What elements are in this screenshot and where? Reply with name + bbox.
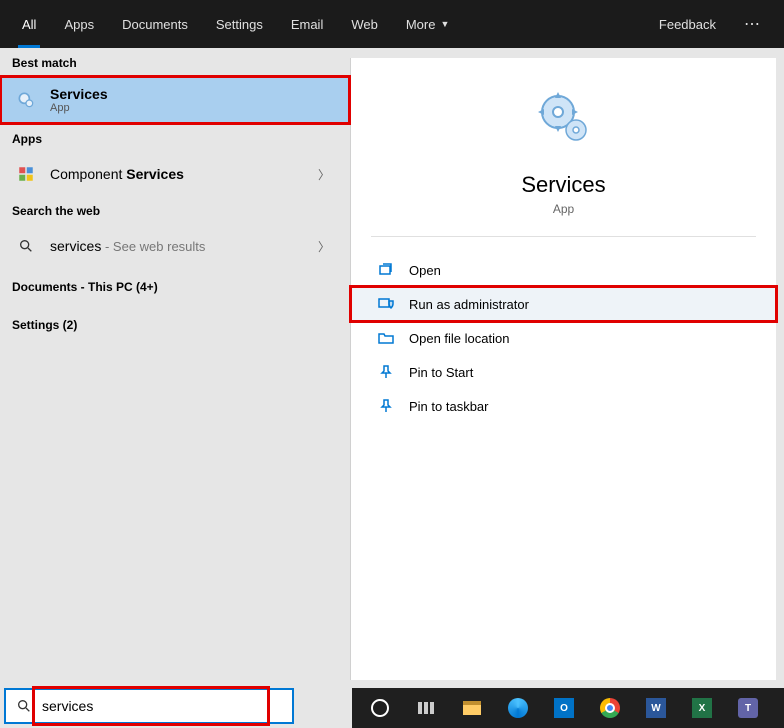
best-match-title: Services bbox=[50, 86, 336, 102]
tab-apps[interactable]: Apps bbox=[50, 0, 108, 48]
tab-more-label: More bbox=[406, 17, 436, 32]
preview-header: Services App bbox=[371, 58, 756, 237]
search-web-header: Search the web bbox=[0, 196, 350, 224]
taskbar-file-explorer[interactable] bbox=[450, 688, 494, 728]
search-filter-tabs: All Apps Documents Settings Email Web Mo… bbox=[0, 0, 784, 48]
open-icon bbox=[377, 261, 395, 279]
search-box[interactable] bbox=[4, 688, 294, 724]
excel-icon: X bbox=[692, 698, 712, 718]
taskbar-chrome[interactable] bbox=[588, 688, 632, 728]
gear-services-icon bbox=[14, 88, 38, 112]
documents-section-header[interactable]: Documents - This PC (4+) bbox=[0, 268, 350, 306]
chevron-right-icon: 〉 bbox=[312, 238, 336, 255]
web-result-services[interactable]: services - See web results 〉 bbox=[0, 224, 350, 268]
settings-section-header[interactable]: Settings (2) bbox=[0, 306, 350, 344]
search-input[interactable] bbox=[42, 698, 292, 714]
component-services-icon bbox=[14, 162, 38, 186]
tab-documents[interactable]: Documents bbox=[108, 0, 202, 48]
best-match-text: Services App bbox=[50, 86, 336, 114]
taskbar-edge[interactable] bbox=[496, 688, 540, 728]
action-pin-start-label: Pin to Start bbox=[409, 365, 473, 380]
pin-start-icon bbox=[377, 363, 395, 381]
preview-subtitle: App bbox=[553, 202, 574, 216]
chrome-icon bbox=[600, 698, 620, 718]
chevron-right-icon: 〉 bbox=[312, 166, 336, 183]
file-explorer-icon bbox=[463, 701, 481, 715]
tab-all[interactable]: All bbox=[8, 0, 50, 48]
action-pin-taskbar-label: Pin to taskbar bbox=[409, 399, 489, 414]
taskbar-teams[interactable]: T bbox=[726, 688, 770, 728]
taskbar-cortana[interactable] bbox=[358, 688, 402, 728]
services-app-icon bbox=[534, 88, 594, 148]
taskbar-task-view[interactable] bbox=[404, 688, 448, 728]
search-results-body: Best match Services App Apps Component S… bbox=[0, 48, 784, 688]
admin-shield-icon bbox=[377, 295, 395, 313]
preview-title: Services bbox=[521, 172, 605, 198]
teams-icon: T bbox=[738, 698, 758, 718]
results-left-column: Best match Services App Apps Component S… bbox=[0, 48, 350, 688]
apps-result-title: Component Services bbox=[50, 166, 312, 182]
tab-settings[interactable]: Settings bbox=[202, 0, 277, 48]
web-result-text: services - See web results bbox=[50, 238, 312, 254]
preview-actions: Open Run as administrator Open file loca… bbox=[351, 237, 776, 439]
taskbar: O W X T bbox=[352, 688, 784, 728]
action-open-file-location[interactable]: Open file location bbox=[351, 321, 776, 355]
taskbar-word[interactable]: W bbox=[634, 688, 678, 728]
tab-more[interactable]: More ▼ bbox=[392, 0, 464, 48]
action-run-admin-label: Run as administrator bbox=[409, 297, 529, 312]
apps-result-component-services[interactable]: Component Services 〉 bbox=[0, 152, 350, 196]
task-view-icon bbox=[418, 702, 434, 714]
search-icon bbox=[6, 698, 42, 714]
options-menu-icon[interactable]: ⋯ bbox=[730, 14, 776, 34]
pin-taskbar-icon bbox=[377, 397, 395, 415]
best-match-subtitle: App bbox=[50, 102, 336, 114]
apps-result-text: Component Services bbox=[50, 166, 312, 182]
folder-icon bbox=[377, 329, 395, 347]
chevron-down-icon: ▼ bbox=[440, 19, 449, 29]
best-match-header: Best match bbox=[0, 48, 350, 76]
action-open-label: Open bbox=[409, 263, 441, 278]
tab-web[interactable]: Web bbox=[337, 0, 392, 48]
apps-section-header: Apps bbox=[0, 124, 350, 152]
edge-icon bbox=[508, 698, 528, 718]
taskbar-outlook[interactable]: O bbox=[542, 688, 586, 728]
action-open[interactable]: Open bbox=[351, 253, 776, 287]
word-icon: W bbox=[646, 698, 666, 718]
action-pin-to-taskbar[interactable]: Pin to taskbar bbox=[351, 389, 776, 423]
action-pin-to-start[interactable]: Pin to Start bbox=[351, 355, 776, 389]
outlook-icon: O bbox=[554, 698, 574, 718]
cortana-icon bbox=[371, 699, 389, 717]
feedback-link[interactable]: Feedback bbox=[645, 17, 730, 32]
taskbar-excel[interactable]: X bbox=[680, 688, 724, 728]
web-result-title: services - See web results bbox=[50, 238, 312, 254]
preview-panel: Services App Open Run as administrator bbox=[350, 58, 776, 680]
tab-email[interactable]: Email bbox=[277, 0, 338, 48]
search-icon bbox=[14, 234, 38, 258]
action-open-loc-label: Open file location bbox=[409, 331, 509, 346]
best-match-result-services[interactable]: Services App bbox=[0, 76, 350, 124]
action-run-as-administrator[interactable]: Run as administrator bbox=[351, 287, 776, 321]
